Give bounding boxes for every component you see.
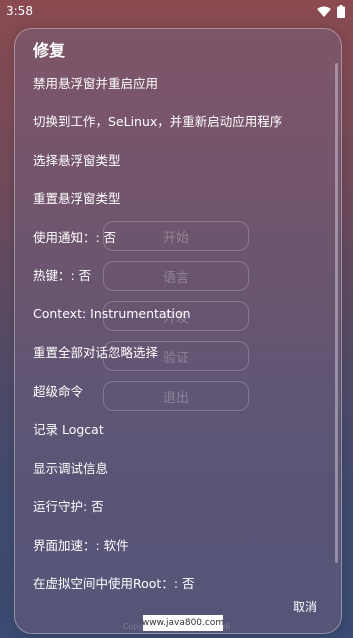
watermark: www.java800.com bbox=[142, 615, 224, 631]
repair-dialog: 修复 禁用悬浮窗并重启应用 切换到工作，SeLinux，并重新启动应用程序 选择… bbox=[14, 28, 342, 634]
status-bar: 3:58 bbox=[0, 0, 353, 22]
menu-scrollbar[interactable] bbox=[335, 63, 338, 563]
status-icons bbox=[317, 4, 345, 18]
menu-item-reset-dialog-ignore[interactable]: 重置全部对话忽略选择 bbox=[15, 333, 341, 372]
status-time: 3:58 bbox=[6, 4, 33, 18]
menu-item-disable-float-restart[interactable]: 禁用悬浮窗并重启应用 bbox=[15, 63, 341, 102]
menu-item-virtual-root[interactable]: 在虚拟空间中使用Root：: 否 bbox=[15, 564, 341, 603]
dialog-title: 修复 bbox=[33, 41, 66, 60]
battery-icon bbox=[337, 4, 345, 18]
cancel-button[interactable]: 取消 bbox=[293, 598, 317, 615]
wifi-icon bbox=[317, 6, 331, 17]
menu-item-switch-work-selinux[interactable]: 切换到工作，SeLinux，并重新启动应用程序 bbox=[15, 102, 341, 141]
menu-item-ui-acceleration[interactable]: 界面加速：: 软件 bbox=[15, 525, 341, 564]
menu-list[interactable]: 禁用悬浮窗并重启应用 切换到工作，SeLinux，并重新启动应用程序 选择悬浮窗… bbox=[15, 63, 341, 605]
menu-item-show-debug-info[interactable]: 显示调试信息 bbox=[15, 448, 341, 487]
menu-item-record-logcat[interactable]: 记录 Logcat bbox=[15, 410, 341, 449]
menu-item-context[interactable]: Context: Instrumentation bbox=[15, 294, 341, 333]
menu-item-use-notification[interactable]: 使用通知：: 否 bbox=[15, 217, 341, 256]
menu-item-super-command[interactable]: 超级命令 bbox=[15, 371, 341, 410]
menu-item-select-float-type[interactable]: 选择悬浮窗类型 bbox=[15, 140, 341, 179]
menu-item-hotkey[interactable]: 热键：: 否 bbox=[15, 256, 341, 295]
menu-item-run-guard[interactable]: 运行守护: 否 bbox=[15, 487, 341, 526]
menu-item-reset-float-type[interactable]: 重置悬浮窗类型 bbox=[15, 179, 341, 218]
